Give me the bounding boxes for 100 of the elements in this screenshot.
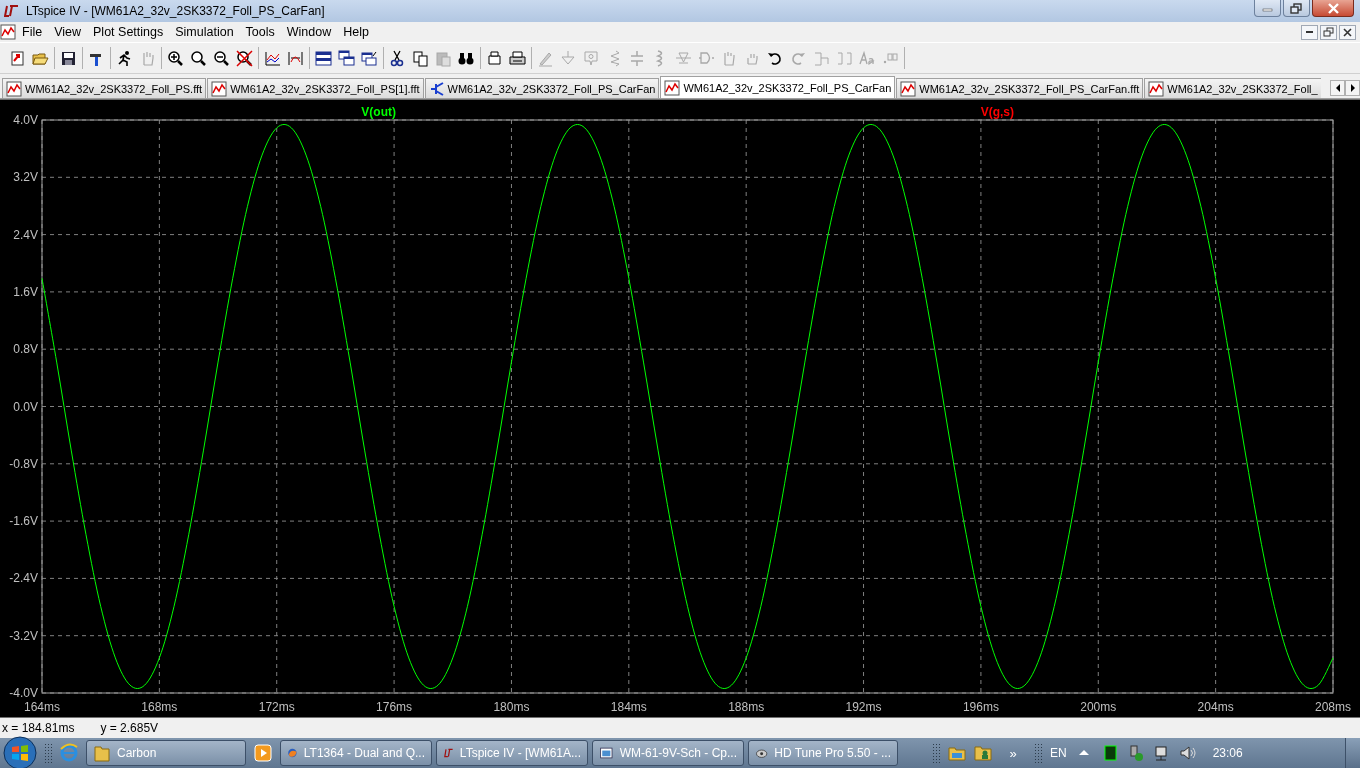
ground-icon <box>560 49 577 67</box>
x-axis-label: 164ms <box>24 700 60 714</box>
document-tab[interactable]: WM61A2_32v_2SK3372_Foll_PS_CarFan.fft <box>896 78 1144 98</box>
window-title: LTspice IV - [WM61A2_32v_2SK3372_Foll_PS_CarFan] <box>26 4 326 18</box>
tray-overflow-button[interactable]: » <box>1000 740 1026 766</box>
x-axis-label: 200ms <box>1080 700 1117 714</box>
zoom-icon <box>190 49 207 67</box>
scroll-right-button[interactable] <box>1345 80 1360 96</box>
running-man-icon <box>116 49 133 67</box>
minimize-icon <box>1306 31 1313 33</box>
minimize-button[interactable] <box>1301 24 1318 40</box>
close-icon <box>1342 26 1353 38</box>
menu-item[interactable]: View <box>48 25 88 39</box>
new-plot-icon <box>9 49 26 67</box>
start-button[interactable] <box>0 735 40 768</box>
y-axis-label: 0.8V <box>13 342 38 357</box>
autorange-icon <box>287 49 304 67</box>
document-tab[interactable]: WM61A2_32v_2SK3372_Foll_PS[1].fft <box>207 78 424 98</box>
document-tab[interactable]: WM61A2_32v_2SK3372_Foll_PS_CarFan <box>660 76 896 98</box>
app-logo-icon <box>4 5 20 17</box>
x-axis-label: 208ms <box>1315 700 1351 714</box>
plot-window-icon <box>1148 80 1165 97</box>
language-indicator[interactable]: EN <box>1050 746 1067 760</box>
x-axis-label: 176ms <box>376 700 413 714</box>
menu-item[interactable]: Plot Settings <box>87 25 170 39</box>
plot-window-icon <box>211 80 228 97</box>
x-axis-label: 188ms <box>728 700 765 714</box>
plot-traces-icon <box>264 49 281 67</box>
plot-window-icon <box>6 80 22 97</box>
printer-icon <box>509 49 526 67</box>
user-folder-icon[interactable] <box>974 744 992 762</box>
y-axis-label: -2.4V <box>9 571 38 586</box>
y-axis-label: -0.8V <box>9 456 38 471</box>
save-icon <box>60 49 77 67</box>
restore-button[interactable] <box>1283 0 1310 17</box>
restore-icon <box>1290 2 1303 14</box>
zoom-in-icon <box>167 49 184 67</box>
restore-button[interactable] <box>1320 24 1337 40</box>
y-axis-label: -3.2V <box>9 628 38 643</box>
y-axis-label: -4.0V <box>9 686 38 700</box>
x-axis-label: 192ms <box>845 700 882 714</box>
close-button[interactable] <box>1312 0 1354 17</box>
picture-viewer-icon <box>599 744 614 762</box>
diode-icon <box>675 49 692 67</box>
text-icon <box>859 49 876 67</box>
document-tab[interactable]: WM61A2_32v_2SK3372_Foll_PS_CarFan <box>424 78 660 98</box>
x-axis-label: 196ms <box>962 700 999 714</box>
plot-window-icon <box>664 79 681 96</box>
capacitor-icon <box>629 49 646 67</box>
scroll-left-button[interactable] <box>1330 80 1345 96</box>
x-axis-label: 204ms <box>1197 700 1234 714</box>
menu-item[interactable]: Simulation <box>169 25 240 39</box>
globe-icon <box>59 743 79 763</box>
menu-item[interactable]: Window <box>280 25 338 39</box>
x-axis-label: 172ms <box>258 700 295 714</box>
zoom-cancel-button[interactable] <box>233 47 256 69</box>
print-preview-icon <box>486 49 503 67</box>
copy-icon <box>412 49 429 67</box>
cursor-x-reading: x = 184.81ms <box>2 721 75 735</box>
plot-window-icon[interactable] <box>0 24 16 40</box>
menu-item[interactable]: Help <box>337 25 375 39</box>
menu-item[interactable]: Tools <box>239 25 281 39</box>
x-axis-label: 180ms <box>493 700 530 714</box>
clock[interactable]: 23:06 <box>1212 746 1243 760</box>
plot-window-icon <box>900 80 917 97</box>
play-icon <box>253 743 273 763</box>
x-axis-label: 168ms <box>141 700 178 714</box>
folder-icon[interactable] <box>948 744 966 762</box>
arrange-icon <box>361 49 378 67</box>
y-axis-label: 4.0V <box>13 113 38 127</box>
trace-label: V(g,s) <box>980 105 1014 119</box>
zoom-out-icon <box>213 49 230 67</box>
caret-left-icon <box>1335 84 1340 92</box>
speaker-icon[interactable] <box>1178 744 1197 762</box>
y-axis-label: 3.2V <box>13 170 38 185</box>
cascade-icon <box>338 49 355 67</box>
y-axis-label: 0.0V <box>13 399 38 414</box>
trace-label: V(out) <box>361 105 396 119</box>
y-axis-label: 2.4V <box>13 227 38 242</box>
close-icon <box>1326 2 1340 14</box>
menu-item[interactable]: File <box>16 25 49 39</box>
close-button[interactable] <box>1339 24 1356 40</box>
y-axis-label: 1.6V <box>13 284 38 299</box>
cascade-button[interactable] <box>335 47 358 69</box>
hand-icon <box>721 49 738 67</box>
document-tab[interactable]: WM61A2_32v_2SK3372_Foll_PS.fft <box>2 78 207 98</box>
document-tab[interactable]: WM61A2_32v_2SK3372_Foll_ <box>1144 78 1321 98</box>
caret-right-icon <box>1350 84 1355 92</box>
label-icon <box>583 49 600 67</box>
gate-icon <box>698 49 715 67</box>
tile-icon <box>315 49 332 67</box>
cursor-y-reading: y = 2.685V <box>100 721 159 735</box>
y-axis-label: -1.6V <box>9 514 38 529</box>
folder-icon <box>93 744 111 762</box>
scissors-icon <box>389 49 406 67</box>
zoom-cancel-icon <box>236 49 253 67</box>
x-axis-label: 184ms <box>610 700 647 714</box>
paste-icon <box>435 49 452 67</box>
restore-icon <box>1323 26 1334 38</box>
show-desktop-button[interactable] <box>1345 738 1360 768</box>
